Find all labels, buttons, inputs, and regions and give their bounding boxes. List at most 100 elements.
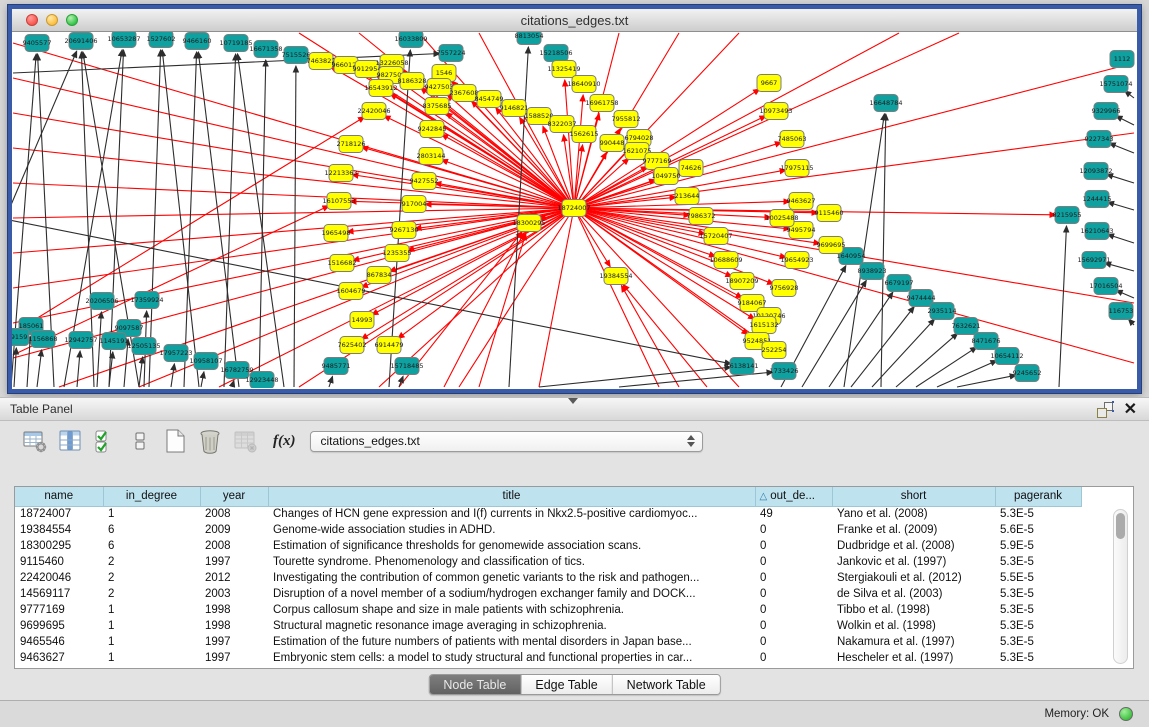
table-row[interactable]: 946362711997Embryonic stem cells: a mode… [15, 650, 1081, 666]
table-cell[interactable]: 18724007 [15, 506, 103, 522]
table-cell[interactable]: 5.3E-5 [995, 650, 1081, 666]
graph-node[interactable]: 1049750 [652, 168, 681, 185]
graph-node[interactable]: 9756928 [770, 280, 799, 297]
table-cell[interactable]: 1997 [200, 634, 268, 650]
tab-node-table[interactable]: Node Table [429, 675, 521, 694]
graph-node[interactable]: 22420046 [357, 103, 390, 120]
memory-status-indicator[interactable] [1119, 707, 1133, 721]
table-options-icon[interactable] [22, 428, 48, 454]
node-table-grid[interactable]: namein_degreeyeartitle△out_de...shortpag… [15, 487, 1082, 666]
graph-node[interactable]: 17957223 [159, 345, 192, 362]
graph-node[interactable]: 15720407 [699, 228, 732, 245]
table-cell[interactable]: Changes of HCN gene expression and I(f) … [268, 506, 755, 522]
graph-node[interactable]: 9242845 [418, 121, 447, 138]
graph-node[interactable]: 6679197 [885, 275, 914, 292]
graph-node[interactable]: 20691406 [64, 33, 97, 50]
graph-node[interactable]: 19654923 [780, 252, 813, 269]
table-cell[interactable]: Corpus callosum shape and size in male p… [268, 602, 755, 618]
graph-node[interactable]: 12093872 [1079, 163, 1112, 180]
graph-node[interactable]: 867834 [367, 267, 392, 284]
graph-node[interactable]: 11325419 [547, 61, 580, 78]
table-row[interactable]: 977716911998Corpus callosum shape and si… [15, 602, 1081, 618]
table-cell[interactable]: 5.5E-5 [995, 570, 1081, 586]
table-cell[interactable]: 0 [755, 554, 832, 570]
graph-node[interactable]: 1562615 [570, 126, 599, 143]
graph-node[interactable]: 8813054 [515, 32, 544, 45]
float-panel-icon[interactable] [1097, 401, 1114, 418]
graph-node[interactable]: 16033809 [394, 32, 427, 48]
column-header-pagerank[interactable]: pagerank [995, 487, 1081, 506]
graph-node[interactable]: 1516682 [328, 255, 357, 272]
graph-node[interactable]: 1235355 [383, 245, 412, 262]
table-row[interactable]: 911546021997Tourette syndrome. Phenomeno… [15, 554, 1081, 570]
graph-node[interactable]: 990448 [600, 135, 625, 152]
table-cell[interactable]: Wolkin et al. (1998) [832, 618, 995, 634]
graph-node[interactable]: 1527602 [147, 32, 176, 48]
table-cell[interactable]: 1 [103, 618, 200, 634]
table-cell[interactable]: Dudbridge et al. (2008) [832, 538, 995, 554]
graph-node[interactable]: 7955812 [612, 111, 641, 128]
graph-node[interactable]: 1156868 [29, 331, 58, 348]
graph-node[interactable]: 12923448 [245, 372, 278, 389]
graph-node[interactable]: 12505135 [127, 338, 160, 355]
table-cell[interactable]: 5.3E-5 [995, 506, 1081, 522]
table-cell[interactable]: 1998 [200, 602, 268, 618]
graph-node[interactable]: 1112 [1110, 51, 1134, 68]
graph-node[interactable]: 20206506 [85, 293, 118, 310]
table-cell[interactable]: 9699695 [15, 618, 103, 634]
graph-node[interactable]: 9427552 [410, 173, 439, 190]
graph-node[interactable]: 9245652 [1013, 365, 1042, 382]
graph-node[interactable]: 18724007 [557, 200, 590, 217]
table-cell[interactable]: Hescheler et al. (1997) [832, 650, 995, 666]
graph-node[interactable]: 16107553 [322, 193, 355, 210]
table-scrollbar[interactable] [1113, 509, 1128, 664]
graph-node[interactable]: 18300295 [512, 215, 545, 232]
table-cell[interactable]: 5.3E-5 [995, 586, 1081, 602]
table-cell[interactable]: 1 [103, 602, 200, 618]
table-cell[interactable]: 5.9E-5 [995, 538, 1081, 554]
graph-node[interactable]: 1733426 [770, 363, 799, 380]
graph-node[interactable]: 1145191 [100, 333, 129, 350]
graph-node[interactable]: 1244415 [1083, 191, 1112, 208]
close-panel-icon[interactable]: ✕ [1124, 402, 1137, 418]
table-cell[interactable]: Embryonic stem cells: a model to study s… [268, 650, 755, 666]
table-cell[interactable]: Disruption of a novel member of a sodium… [268, 586, 755, 602]
graph-node[interactable]: 39159 [12, 329, 29, 346]
table-cell[interactable]: 9777169 [15, 602, 103, 618]
graph-node[interactable]: 8215955 [1053, 207, 1082, 224]
table-cell[interactable]: 2012 [200, 570, 268, 586]
table-row[interactable]: 946554611997Estimation of the future num… [15, 634, 1081, 650]
table-cell[interactable]: Franke et al. (2009) [832, 522, 995, 538]
column-header-short[interactable]: short [832, 487, 995, 506]
graph-node[interactable]: 15718485 [390, 358, 423, 375]
table-cell[interactable]: 22420046 [15, 570, 103, 586]
table-cell[interactable]: 18300295 [15, 538, 103, 554]
table-cell[interactable]: 1997 [200, 554, 268, 570]
table-row[interactable]: 1456911722003Disruption of a novel membe… [15, 586, 1081, 602]
table-cell[interactable]: 19384554 [15, 522, 103, 538]
graph-node[interactable]: 8471676 [972, 333, 1001, 350]
graph-node[interactable]: 9405577 [23, 35, 52, 52]
table-row[interactable]: 1872400712008Changes of HCN gene express… [15, 506, 1081, 522]
table-cell[interactable]: 5.3E-5 [995, 634, 1081, 650]
table-cell[interactable]: Jankovic et al. (1997) [832, 554, 995, 570]
table-cell[interactable]: 1998 [200, 618, 268, 634]
table-row[interactable]: 1830029562008Estimation of significance … [15, 538, 1081, 554]
table-cell[interactable]: 0 [755, 650, 832, 666]
table-cell[interactable]: 0 [755, 522, 832, 538]
graph-node[interactable]: 10958107 [189, 353, 222, 370]
table-cell[interactable]: 14569117 [15, 586, 103, 602]
table-cell[interactable]: Nakamura et al. (1997) [832, 634, 995, 650]
graph-node[interactable]: 17359924 [130, 292, 163, 309]
select-all-icon[interactable] [92, 428, 118, 454]
graph-node[interactable]: 9329966 [1092, 103, 1121, 120]
graph-node[interactable]: 10973493 [759, 103, 792, 120]
table-cell[interactable]: 6 [103, 538, 200, 554]
graph-node[interactable]: 116753 [1109, 303, 1134, 320]
graph-node[interactable]: 74626 [679, 160, 703, 177]
table-row[interactable]: 1938455462009Genome-wide association stu… [15, 522, 1081, 538]
graph-node[interactable]: 15692971 [1077, 252, 1110, 269]
graph-node[interactable]: 252254 [762, 342, 787, 359]
table-cell[interactable]: 1997 [200, 650, 268, 666]
table-cell[interactable]: 2008 [200, 506, 268, 522]
